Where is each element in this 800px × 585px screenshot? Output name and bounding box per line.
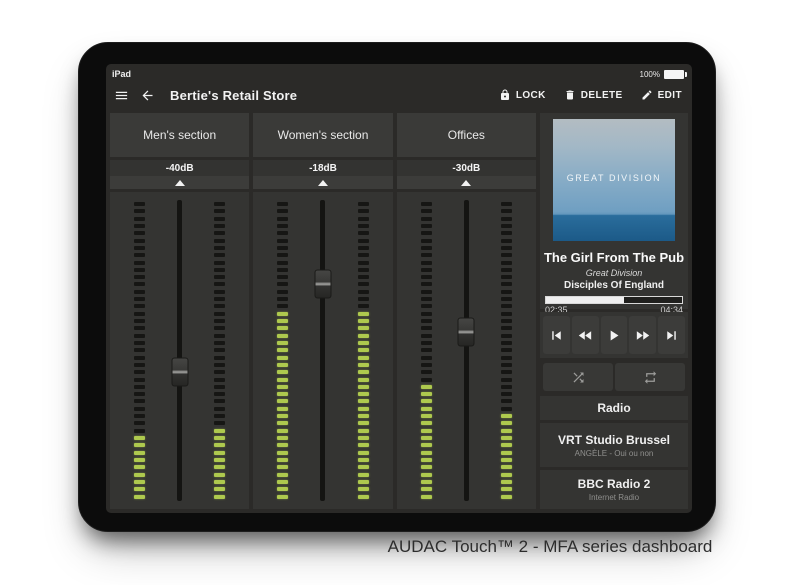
zone-level-up-button[interactable] [253, 176, 392, 189]
vu-meter-right [501, 202, 512, 499]
chevron-up-icon [175, 180, 185, 186]
skip-previous-button[interactable] [543, 316, 570, 354]
track-artist: Great Division [540, 268, 688, 278]
edit-button[interactable]: EDIT [641, 89, 682, 101]
zone-header[interactable]: Men's section [110, 113, 249, 157]
seek-bar[interactable] [545, 296, 683, 304]
zone-level-up-button[interactable] [110, 176, 249, 189]
play-button[interactable] [601, 316, 628, 354]
fast-forward-icon [634, 327, 651, 344]
fader-handle[interactable] [314, 270, 331, 299]
pencil-icon [641, 89, 653, 101]
back-icon[interactable] [138, 86, 156, 104]
radio-section-label: Radio [597, 401, 630, 415]
zone-name: Offices [448, 128, 485, 142]
track-album: Disciples Of England [540, 280, 688, 291]
vu-meter-left [277, 202, 288, 499]
zone-fader-area [253, 192, 392, 509]
skip-previous-icon [548, 327, 565, 344]
zone-level-up-button[interactable] [397, 176, 536, 189]
album-art-caption: GREAT DIVISION [553, 173, 675, 183]
playback-modes [540, 361, 688, 393]
zone-db-value: -30dB [397, 160, 536, 176]
battery-icon [664, 70, 684, 79]
main-content: Men's section -40dB [106, 110, 692, 513]
lock-button[interactable]: LOCK [499, 89, 546, 101]
zone-header[interactable]: Women's section [253, 113, 392, 157]
ipad-device-frame: iPad 100% Bertie's Retail Store LOCK [78, 42, 716, 532]
edit-label: EDIT [658, 90, 682, 101]
rewind-icon [577, 327, 594, 344]
lock-label: LOCK [516, 90, 546, 101]
zone-level-readout: -30dB [397, 160, 536, 189]
zone-header[interactable]: Offices [397, 113, 536, 157]
radio-section-header: Radio [540, 396, 688, 420]
status-bar: iPad 100% [106, 64, 692, 80]
skip-next-button[interactable] [658, 316, 685, 354]
repeat-button[interactable] [615, 363, 685, 391]
delete-button[interactable]: DELETE [564, 89, 623, 101]
fader-track[interactable] [464, 200, 469, 501]
transport-controls [540, 312, 688, 358]
shuffle-icon [571, 370, 586, 385]
zone-fader-area [110, 192, 249, 509]
zone-level-readout: -40dB [110, 160, 249, 189]
zone-level-readout: -18dB [253, 160, 392, 189]
fader-handle[interactable] [458, 318, 475, 347]
rewind-button[interactable] [572, 316, 599, 354]
radio-station-vrt[interactable]: VRT Studio Brussel ANGÈLE - Oui ou non [540, 423, 688, 467]
page-title: Bertie's Retail Store [170, 88, 297, 103]
track-title: The Girl From The Pub [540, 250, 688, 265]
station-now-playing: Internet Radio [589, 493, 639, 502]
trash-icon [564, 89, 576, 101]
zone-db-value: -18dB [253, 160, 392, 176]
app-screen: iPad 100% Bertie's Retail Store LOCK [106, 64, 692, 513]
vu-meter-left [134, 202, 145, 499]
album-art: GREAT DIVISION [553, 119, 675, 241]
vu-meter-right [358, 202, 369, 499]
channel-womens-section: Women's section -18dB [253, 113, 392, 509]
fader-handle[interactable] [171, 357, 188, 386]
player-panel: GREAT DIVISION The Girl From The Pub Gre… [540, 113, 688, 509]
battery-percent: 100% [640, 70, 660, 79]
chevron-up-icon [461, 180, 471, 186]
fast-forward-button[interactable] [629, 316, 656, 354]
zone-db-value: -40dB [110, 160, 249, 176]
battery-indicator: 100% [640, 70, 684, 79]
mixer-zones: Men's section -40dB [110, 113, 536, 509]
station-name: BBC Radio 2 [578, 477, 651, 491]
vu-meter-right [214, 202, 225, 499]
lock-icon [499, 89, 511, 101]
delete-label: DELETE [581, 90, 623, 101]
now-playing-tile: GREAT DIVISION The Girl From The Pub Gre… [540, 113, 688, 309]
zone-fader-area [397, 192, 536, 509]
radio-station-bbc[interactable]: BBC Radio 2 Internet Radio [540, 470, 688, 509]
skip-next-icon [663, 327, 680, 344]
fader-track[interactable] [320, 200, 325, 501]
vu-meter-left [421, 202, 432, 499]
image-caption: AUDAC Touch™ 2 - MFA series dashboard [350, 537, 750, 557]
device-label: iPad [112, 69, 131, 79]
nav-actions: LOCK DELETE EDIT [499, 89, 682, 101]
nav-bar: Bertie's Retail Store LOCK DELETE EDIT [106, 80, 692, 110]
chevron-up-icon [318, 180, 328, 186]
shuffle-button[interactable] [543, 363, 613, 391]
station-name: VRT Studio Brussel [558, 433, 670, 447]
menu-icon[interactable] [112, 86, 130, 104]
play-icon [605, 327, 622, 344]
zone-name: Men's section [143, 128, 216, 142]
fader-track[interactable] [177, 200, 182, 501]
zone-name: Women's section [278, 128, 369, 142]
channel-offices: Offices -30dB [397, 113, 536, 509]
station-now-playing: ANGÈLE - Oui ou non [575, 449, 654, 458]
repeat-icon [643, 370, 658, 385]
seek-bar-fill [546, 297, 624, 303]
channel-mens-section: Men's section -40dB [110, 113, 249, 509]
